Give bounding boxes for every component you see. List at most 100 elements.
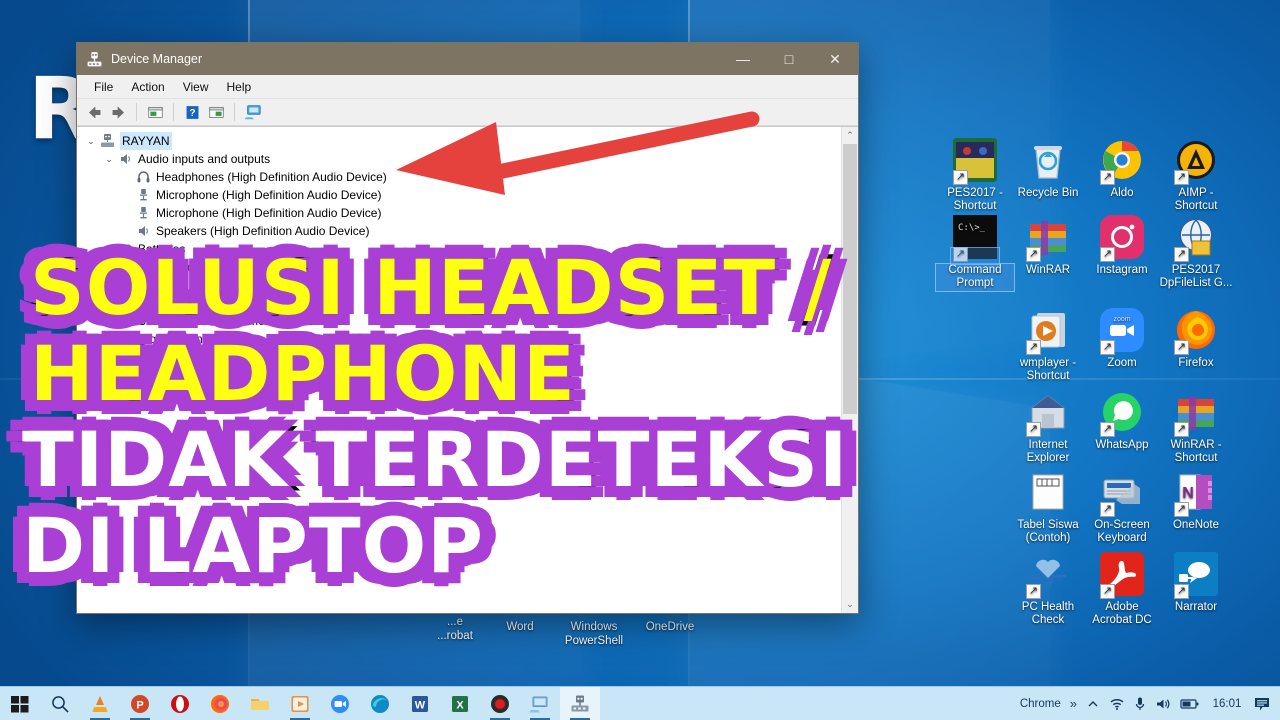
microphone-icon[interactable]	[1134, 696, 1146, 712]
desktop-icon-recycle-bin[interactable]: Recycle Bin	[1009, 138, 1087, 200]
wifi-icon[interactable]	[1109, 697, 1125, 711]
scroll-track[interactable]	[842, 144, 858, 596]
menu-item-view[interactable]: View	[174, 78, 218, 96]
desktop-icon-pc-health-check[interactable]: PC Health Check	[1009, 552, 1087, 628]
menu-item-help[interactable]: Help	[218, 78, 261, 96]
help-icon[interactable]: ?	[181, 102, 203, 122]
minimize-button[interactable]: —	[720, 43, 766, 75]
tray-overflow-chevron-icon[interactable]: »	[1070, 696, 1077, 711]
desktop-icon-winrar[interactable]: WinRAR	[1009, 215, 1087, 277]
battery-icon[interactable]	[1180, 698, 1200, 710]
device-tree-item[interactable]: Microphone (High Definition Audio Device…	[83, 204, 841, 222]
maximize-button[interactable]: □	[766, 43, 812, 75]
tree-twisty-icon[interactable]: ›	[101, 312, 117, 330]
shortcut-arrow-icon	[1100, 247, 1115, 262]
show-hidden-icons-icon[interactable]	[1086, 697, 1100, 711]
menu-item-file[interactable]: File	[85, 78, 122, 96]
tree-twisty-icon[interactable]: ⌄	[101, 150, 117, 168]
excel-taskbar-icon[interactable]: X	[440, 687, 480, 720]
scroll-down-button[interactable]: ⌄	[842, 596, 858, 613]
device-tree-item[interactable]: Headphones (High Definition Audio Device…	[83, 168, 841, 186]
shortcut-arrow-icon	[1100, 170, 1115, 185]
word-taskbar-icon[interactable]: W	[400, 687, 440, 720]
desktop-icon-pes2017-dpfilelist[interactable]: PES2017 DpFileList G...	[1157, 215, 1235, 291]
tree-twisty-icon[interactable]: ⌄	[83, 132, 99, 150]
tree-twisty-icon[interactable]: ›	[101, 276, 117, 294]
device-tree-item[interactable]: ⌄ RAYYAN	[83, 132, 841, 150]
vlc-taskbar-icon[interactable]	[80, 687, 120, 720]
device-tree-item[interactable]: › Display adapters	[83, 258, 841, 276]
device-tree-item[interactable]: › Batteries	[83, 240, 841, 258]
desktop-icon-wmplayer-shortcut[interactable]: wmplayer - Shortcut	[1009, 308, 1087, 384]
scroll-up-button[interactable]: ⌃	[842, 127, 858, 144]
zoom-taskbar-icon[interactable]	[320, 687, 360, 720]
media-player-taskbar-icon[interactable]	[280, 687, 320, 720]
action-center-icon[interactable]	[1254, 696, 1270, 712]
device-tree-item[interactable]: › Sound, video and game controllers	[83, 312, 841, 330]
device-tree-panel[interactable]: ⌄ RAYYAN ⌄ Audio inputs and outputs Headphon…	[77, 126, 858, 613]
desktop-icon-label: AIMP - Shortcut	[1174, 186, 1218, 213]
update-driver-icon[interactable]	[205, 102, 227, 122]
opera-taskbar-icon[interactable]	[160, 687, 200, 720]
desktop-icon-zoom[interactable]: zoom Zoom	[1083, 308, 1161, 370]
device-tree-item[interactable]: › Storage controllers	[83, 330, 841, 348]
back-icon[interactable]	[83, 102, 105, 122]
desktop-icon-aimp-shortcut[interactable]: AIMP - Shortcut	[1157, 138, 1235, 214]
device-tree[interactable]: ⌄ RAYYAN ⌄ Audio inputs and outputs Headphon…	[77, 127, 841, 613]
desktop-icon-on-screen-keyboard[interactable]: On-Screen Keyboard	[1083, 470, 1161, 546]
aldo-chrome-icon	[1100, 141, 1144, 185]
wmplayer-shortcut-icon	[1026, 313, 1070, 355]
desktop-icon-winrar-shortcut[interactable]: WinRAR - Shortcut	[1157, 390, 1235, 466]
device-tree-item[interactable]: › Monitors	[83, 276, 841, 294]
device-tree-item[interactable]: Microphone (High Definition Audio Device…	[83, 186, 841, 204]
desktop-icon-instagram[interactable]: Instagram	[1083, 215, 1161, 277]
desktop-icon-narrator[interactable]: Narrator	[1157, 552, 1235, 614]
desktop-icon-command-prompt[interactable]: C:\>_ Command Prompt	[935, 215, 1015, 292]
remote-desktop-icon[interactable]	[520, 687, 560, 720]
menu-bar[interactable]: File Action View Help	[77, 75, 858, 99]
tree-twisty-icon[interactable]: ›	[101, 330, 117, 348]
tree-twisty-icon[interactable]: ›	[101, 258, 117, 276]
forward-icon[interactable]	[107, 102, 129, 122]
desktop-icon-onenote[interactable]: N OneNote	[1157, 470, 1235, 532]
device-tree-item-label: Headphones (High Definition Audio Device…	[156, 170, 387, 184]
start-button[interactable]	[0, 687, 40, 720]
taskbar[interactable]: P WX Chrome » 16:01	[0, 686, 1280, 720]
file-explorer-icon[interactable]	[240, 687, 280, 720]
properties-icon[interactable]	[144, 102, 166, 122]
device-tree-item[interactable]: › Software devices	[83, 294, 841, 312]
search-icon[interactable]	[40, 687, 80, 720]
desktop-icon-adobe-acrobat-dc[interactable]: Adobe Acrobat DC	[1083, 552, 1161, 628]
device-tree-item[interactable]: Speakers (High Definition Audio Device)	[83, 222, 841, 240]
system-tray[interactable]: Chrome » 16:01	[1020, 687, 1280, 720]
screen-recorder-icon[interactable]	[480, 687, 520, 720]
device-manager-window[interactable]: Device Manager — □ ✕ File Action View He…	[76, 42, 859, 614]
desktop-icon-pes2017-shortcut[interactable]: PES2017 - Shortcut	[936, 138, 1014, 214]
desktop-icon-tabel-siswa[interactable]: Tabel Siswa (Contoh)	[1009, 470, 1087, 546]
close-button[interactable]: ✕	[812, 43, 858, 75]
desktop-icon-firefox[interactable]: Firefox	[1157, 308, 1235, 370]
scan-hardware-changes-icon[interactable]	[242, 102, 264, 122]
desktop-icon-internet-explorer[interactable]: Internet Explorer	[1009, 390, 1087, 466]
desktop-icon-whatsapp[interactable]: WhatsApp	[1083, 390, 1161, 452]
device-manager-taskbar-icon[interactable]	[560, 686, 600, 720]
toolbar[interactable]: ?	[77, 99, 858, 126]
taskbar-items[interactable]: P WX	[0, 686, 600, 720]
edge-taskbar-icon[interactable]	[360, 687, 400, 720]
firefox-taskbar-icon[interactable]	[200, 687, 240, 720]
window-title-bar[interactable]: Device Manager — □ ✕	[77, 43, 858, 75]
menu-item-action[interactable]: Action	[122, 78, 173, 96]
desktop-icon-label: Instagram	[1096, 263, 1148, 276]
volume-icon[interactable]	[1155, 697, 1171, 711]
shortcut-arrow-icon	[1100, 584, 1115, 599]
scroll-thumb[interactable]	[843, 144, 857, 414]
firefox-icon	[1174, 311, 1218, 355]
device-tree-item[interactable]: ⌄ Audio inputs and outputs	[83, 150, 841, 168]
tree-twisty-icon[interactable]: ›	[101, 240, 117, 258]
clock[interactable]: 16:01	[1209, 698, 1245, 710]
tray-overflow-label[interactable]: Chrome	[1020, 698, 1061, 710]
desktop-icon-aldo-chrome[interactable]: Aldo	[1083, 138, 1161, 200]
vertical-scrollbar[interactable]: ⌃ ⌄	[841, 127, 858, 613]
powerpoint-taskbar-icon[interactable]: P	[120, 687, 160, 720]
tree-twisty-icon[interactable]: ›	[101, 294, 117, 312]
